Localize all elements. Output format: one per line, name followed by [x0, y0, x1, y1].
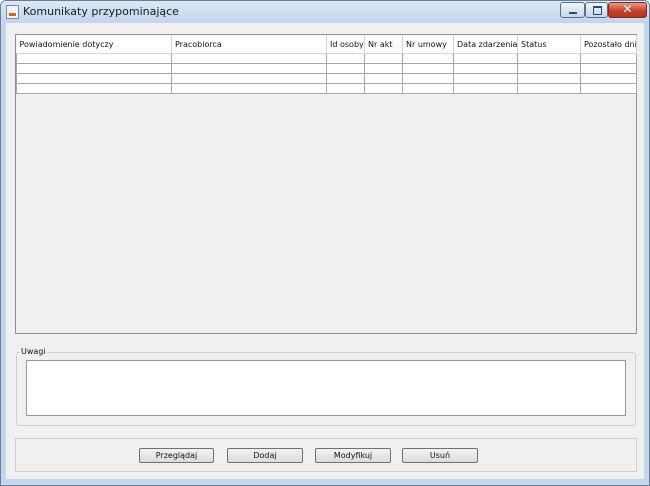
table-cell[interactable] [16, 83, 172, 94]
table-cell[interactable] [171, 53, 327, 64]
add-button[interactable]: Dodaj [227, 448, 303, 463]
delete-button[interactable]: Usuń [402, 448, 478, 463]
table-cell[interactable] [402, 53, 454, 64]
column-header-pozostalo-dni[interactable]: Pozostało dni [580, 35, 637, 54]
content-area: Powiadomienie dotyczy Pracobiorca Id oso… [6, 23, 644, 479]
table-cell[interactable] [171, 63, 327, 74]
column-header-status[interactable]: Status [517, 35, 581, 54]
table-row[interactable] [16, 83, 637, 94]
table-row[interactable] [16, 53, 637, 64]
table-cell[interactable] [16, 63, 172, 74]
table-cell[interactable] [402, 63, 454, 74]
column-header-pracobiorca[interactable]: Pracobiorca [171, 35, 327, 54]
table-cell[interactable] [402, 83, 454, 94]
table-cell[interactable] [580, 63, 637, 74]
table-cell[interactable] [326, 63, 365, 74]
column-header-nr-umowy[interactable]: Nr umowy [402, 35, 454, 54]
table-cell[interactable] [326, 73, 365, 84]
title-bar[interactable]: Komunikaty przypominające ✕ [1, 1, 649, 23]
minimize-icon [569, 12, 577, 14]
table-cell[interactable] [364, 83, 403, 94]
notes-legend: Uwagi [20, 347, 47, 356]
table-cell[interactable] [580, 53, 637, 64]
modify-button[interactable]: Modyfikuj [315, 448, 391, 463]
maximize-icon [593, 6, 602, 15]
notes-textarea[interactable] [26, 360, 626, 416]
button-panel: Przeglądaj Dodaj Modyfikuj Usuń [15, 438, 637, 472]
column-header-id-osoby[interactable]: Id osoby [326, 35, 365, 54]
browse-button[interactable]: Przeglądaj [139, 448, 214, 463]
table-cell[interactable] [364, 73, 403, 84]
java-app-icon [6, 5, 19, 19]
table-cell[interactable] [517, 53, 581, 64]
table-cell[interactable] [16, 53, 172, 64]
table-cell[interactable] [517, 63, 581, 74]
table-cell[interactable] [517, 73, 581, 84]
table-cell[interactable] [171, 73, 327, 84]
table-cell[interactable] [453, 73, 518, 84]
table-cell[interactable] [364, 63, 403, 74]
table-cell[interactable] [517, 83, 581, 94]
notes-group: Uwagi [16, 347, 636, 426]
table-cell[interactable] [326, 83, 365, 94]
window-title: Komunikaty przypominające [23, 5, 179, 18]
column-header-data-zdarzenia[interactable]: Data zdarzenia [453, 35, 518, 54]
column-header-powiadomienie[interactable]: Powiadomienie dotyczy [16, 35, 172, 54]
minimize-button[interactable] [560, 2, 585, 18]
close-icon: ✕ [622, 2, 633, 16]
maximize-button[interactable] [585, 2, 608, 18]
table-cell[interactable] [580, 73, 637, 84]
table-cell[interactable] [326, 53, 365, 64]
table-cell[interactable] [453, 83, 518, 94]
app-window: Komunikaty przypominające ✕ Powiadomieni… [0, 0, 650, 486]
table-cell[interactable] [580, 83, 637, 94]
table-cell[interactable] [16, 73, 172, 84]
table-row[interactable] [16, 63, 637, 74]
table-cell[interactable] [402, 73, 454, 84]
table-header-row: Powiadomienie dotyczy Pracobiorca Id oso… [16, 35, 637, 54]
close-button[interactable]: ✕ [608, 2, 647, 18]
table-row[interactable] [16, 73, 637, 84]
reminders-table: Powiadomienie dotyczy Pracobiorca Id oso… [16, 35, 637, 94]
table-cell[interactable] [171, 83, 327, 94]
table-cell[interactable] [364, 53, 403, 64]
column-header-nr-akt[interactable]: Nr akt [364, 35, 403, 54]
table-cell[interactable] [453, 53, 518, 64]
table-cell[interactable] [453, 63, 518, 74]
reminders-table-pane[interactable]: Powiadomienie dotyczy Pracobiorca Id oso… [15, 34, 637, 334]
